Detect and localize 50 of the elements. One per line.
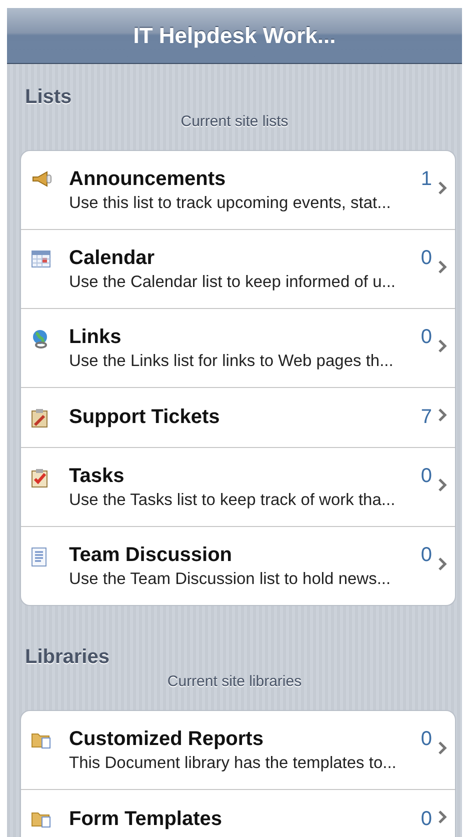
item-count: 0: [420, 246, 432, 270]
chevron-right-icon: [438, 260, 447, 274]
section-subtitle: Current site lists: [180, 113, 290, 130]
item-description: This Document library has the templates to...: [69, 754, 398, 772]
clipboard-check-icon: [31, 468, 49, 488]
item-description: Use this list to track upcoming events, stat...: [69, 194, 392, 212]
clipboard-pencil-icon: [31, 408, 49, 428]
item-count: 0: [420, 544, 432, 566]
list-row[interactable]: Calendar 0 Use the Calendar list to keep informed of u...: [21, 230, 455, 308]
list-row[interactable]: Form Templates 0: [21, 790, 455, 837]
chevron-right-icon: [438, 740, 447, 754]
item-title: Tasks: [69, 464, 124, 488]
chevron-right-icon: [438, 180, 447, 194]
megaphone-icon: [31, 171, 53, 187]
chevron-right-icon: [438, 408, 447, 422]
item-title: Announcements: [69, 168, 226, 190]
folder-document-icon: [31, 731, 53, 749]
chevron-right-icon: [438, 810, 447, 824]
calendar-icon: [31, 250, 51, 268]
item-description: Use the Team Discussion list to hold news...: [69, 570, 392, 588]
list-row[interactable]: Tasks 0 Use the Tasks list to keep track of work tha...: [21, 448, 455, 526]
list-row[interactable]: Links 0 Use the Links list for links to Web pages th...: [21, 309, 455, 387]
item-title: Customized Reports: [69, 728, 264, 750]
chevron-right-icon: [438, 478, 447, 492]
page-title: IT Helpdesk Work...: [133, 22, 336, 48]
item-description: Use the Links list for links to Web pages th...: [69, 352, 394, 370]
chevron-right-icon: [438, 338, 447, 352]
list-row[interactable]: Customized Reports 0 This Document library has the templates to...: [21, 711, 455, 789]
item-count: 0: [420, 728, 432, 750]
item-count: 1: [420, 168, 432, 190]
folder-document-icon: [31, 810, 53, 828]
item-title: Links: [69, 326, 122, 348]
section-heading: Libraries: [24, 645, 110, 669]
item-count: 0: [420, 464, 432, 488]
chevron-right-icon: [438, 556, 447, 570]
item-count: 7: [420, 406, 432, 429]
item-count: 0: [420, 326, 432, 348]
item-title: Team Discussion: [69, 544, 232, 566]
section-heading: Lists: [24, 85, 73, 109]
list-row[interactable]: Announcements 1 Use this list to track upcoming events, stat...: [21, 151, 455, 229]
item-title: Form Templates: [69, 808, 222, 831]
item-title: Calendar: [69, 246, 155, 270]
list-row[interactable]: Team Discussion 0 Use the Team Discussion list to hold news...: [21, 527, 455, 605]
item-count: 0: [420, 808, 432, 831]
item-description: Use the Tasks list to keep track of work tha...: [69, 490, 396, 510]
document-icon: [31, 547, 47, 567]
item-title: Support Tickets: [69, 406, 220, 429]
section-subtitle: Current site libraries: [166, 673, 303, 690]
list-row[interactable]: Support Tickets 7: [21, 388, 455, 447]
item-description: Use the Calendar list to keep informed of u...: [69, 272, 397, 292]
